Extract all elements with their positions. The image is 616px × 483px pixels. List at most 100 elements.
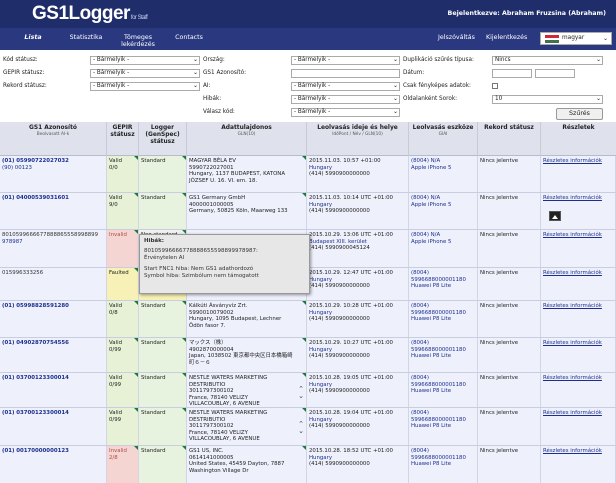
photo-icon[interactable]	[549, 211, 561, 221]
table-row[interactable]: (01) 05990722027032 (90) 00123 Valid 0/0 Sta…	[0, 156, 616, 193]
details-link[interactable]: Részletes információk	[541, 193, 616, 229]
datum-from-input[interactable]	[492, 69, 532, 78]
details-label: Részletes információk	[543, 303, 602, 309]
scan-place[interactable]: Hungary	[309, 347, 406, 354]
table-row[interactable]: (01) 05998828591280 Valid 0/8 Standard Kálkú…	[0, 301, 616, 338]
details-link[interactable]: Részletes információk	[541, 338, 616, 372]
record-status: Nincs jelentve	[480, 232, 519, 238]
csak-fenykepes-checkbox[interactable]	[492, 83, 498, 89]
app-header: GS1Loggerfor Staff Bejelentkezve: Abraha…	[0, 0, 616, 28]
col-gepir-statusz[interactable]: GEPIR státusz	[107, 122, 139, 156]
ai-select[interactable]: - Bármelyik - ⌄	[291, 82, 400, 91]
nav-jelszovaltas[interactable]: Jelszóváltás	[438, 34, 475, 41]
status-corner-marker	[134, 156, 138, 160]
scan-time: 2015.10.29. 10:28 UTC +01:00	[309, 303, 393, 309]
gepir-count: 0/99	[109, 381, 122, 388]
gs1-id-cell[interactable]: (01) 04000539031601	[0, 193, 107, 229]
details-link[interactable]: Részletes információk	[541, 373, 616, 407]
gepir-statusz-select[interactable]: - Bármelyik - ⌄	[90, 69, 200, 78]
gs1-id-cell[interactable]: (01) 04902870754556	[0, 338, 107, 372]
logged-in-user: Bejelentkezve: Abraham Fruzsina (Abraham…	[447, 10, 606, 17]
szures-button[interactable]: Szűrés	[556, 108, 603, 120]
logger-status-cell: Standard	[139, 301, 187, 337]
details-link[interactable]: Részletes információk	[541, 156, 616, 192]
scan-place[interactable]: Hungary	[309, 382, 406, 389]
nav-contacts[interactable]: Contacts	[174, 34, 204, 41]
status-corner-marker	[134, 301, 138, 305]
valasz-kod-select[interactable]: - Bármelyik - ⌄	[291, 108, 400, 117]
details-link[interactable]: Részletes információk	[541, 408, 616, 445]
col-adattulajdonos[interactable]: Adattulajdonos GLN(10)	[187, 122, 307, 156]
status-corner-marker	[302, 301, 306, 305]
owner-line: 0614141000005	[189, 454, 234, 461]
table-row[interactable]: (01) 00170000000123 Invalid 2/8 Standard GS1…	[0, 446, 616, 483]
gs1-id: (01) 04902870754556	[2, 340, 69, 346]
col-leolvasas-ideje[interactable]: Leolvasás ideje és helye IdőPont / Név / …	[307, 122, 409, 156]
scan-gln: (414) 5990900000000	[309, 461, 370, 468]
hibak-select[interactable]: - Bármelyik - ⌄	[291, 95, 400, 104]
scan-place[interactable]: Hungary	[309, 165, 406, 172]
orszag-select[interactable]: - Bármelyik - ⌄	[291, 56, 400, 65]
gs1-id-cell[interactable]: 015996333256	[0, 268, 107, 300]
details-link[interactable]: Részletes információk	[541, 230, 616, 267]
app-logo[interactable]: GS1Loggerfor Staff	[32, 3, 148, 25]
scan-place[interactable]: Hungary	[309, 310, 406, 317]
owner-line: Washington Village Dr	[189, 467, 249, 474]
language-select[interactable]: magyar ⌄	[540, 32, 612, 45]
gepir-status: Valid	[109, 303, 122, 309]
table-row[interactable]: (01) 04902870754556 Valid 0/99 Standard マックス…	[0, 338, 616, 373]
col-rekord-statusz[interactable]: Rekord státusz	[478, 122, 541, 156]
scan-device-cell: (8004) N/A Apple iPhone 5	[409, 156, 478, 192]
csak-fenykepes-label: Csak fényképes adatok:	[403, 83, 471, 89]
gs1-id-cell[interactable]: (01) 03700123300014	[0, 373, 107, 407]
owner-line: Kálkúti Ásványvíz Zrt.	[189, 303, 248, 309]
scan-place[interactable]: Hungary	[309, 202, 406, 209]
details-link[interactable]: Részletes információk	[541, 268, 616, 300]
gs1-id-cell[interactable]: 8010599666677888865558998899 978987	[0, 230, 107, 267]
scan-place[interactable]: Budapest XIII. kerület	[309, 239, 406, 246]
duplikacio-select[interactable]: Nincs ⌄	[492, 56, 603, 65]
gs1-id-cell[interactable]: (01) 00170000000123	[0, 446, 107, 483]
logger-status-cell: Standard	[139, 373, 187, 407]
table-row[interactable]: (01) 03700123300014 Valid 0/99 Standard NEST…	[0, 373, 616, 408]
scan-time: 2015.11.03. 10:14 UTC +01:00	[309, 195, 393, 201]
scan-device-cell: (8004) 5996688000001180 Huawei P8 Lite	[409, 446, 478, 483]
nav-kijelentkezes[interactable]: Kijelentkezés	[486, 34, 527, 41]
gepir-statusz-label: GEPIR státusz:	[3, 70, 45, 76]
gs1-id: 8010599666677888865558998899	[2, 232, 99, 238]
gs1-id-cell[interactable]: (01) 05998828591280	[0, 301, 107, 337]
device-line: (8004)	[411, 270, 429, 276]
nav-tomeges-lekerdezes[interactable]: Tömeges lekérdezés	[116, 34, 160, 48]
details-link[interactable]: Részletes információk	[541, 301, 616, 337]
details-link[interactable]: Részletes információk	[541, 446, 616, 483]
oldalankent-select[interactable]: 10 ⌄	[492, 95, 603, 104]
col-leolvasas-eszkoze[interactable]: Leolvasás eszköze GIAI	[409, 122, 478, 156]
gs1-id-cell[interactable]: (01) 03700123300014	[0, 408, 107, 445]
owner-line: 5990722027001	[189, 164, 234, 171]
col-reszletek[interactable]: Részletek	[541, 122, 616, 156]
nav-lista[interactable]: Lista	[22, 34, 44, 41]
scroll-down-icon[interactable]: ⌄	[298, 428, 304, 435]
scan-place[interactable]: Hungary	[309, 277, 406, 284]
col-logger-statusz[interactable]: Logger (GenSpec) státusz	[139, 122, 187, 156]
col-gs1-azonosito[interactable]: GS1 Azonosító Beolvasott AI-k	[0, 122, 107, 156]
status-corner-marker	[134, 408, 138, 412]
scan-place[interactable]: Hungary	[309, 455, 406, 462]
owner-cell: Kálkúti Ásványvíz Zrt. 5990010079002 Hunga…	[187, 301, 307, 337]
scan-place[interactable]: Hungary	[309, 417, 406, 424]
rekord-statusz-select[interactable]: - Bármelyik - ⌄	[90, 82, 200, 91]
status-corner-marker	[182, 408, 186, 412]
gs1-azonosito-input[interactable]	[291, 69, 400, 78]
kod-statusz-select[interactable]: - Bármelyik - ⌄	[90, 56, 200, 65]
logger-status-cell: Standard	[139, 446, 187, 483]
table-row[interactable]: (01) 03700123300014 Valid 0/99 Standard NEST…	[0, 408, 616, 446]
datum-to-input[interactable]	[535, 69, 575, 78]
status-corner-marker	[134, 373, 138, 377]
gs1-id-cell[interactable]: (01) 05990722027032 (90) 00123	[0, 156, 107, 192]
scroll-down-icon[interactable]: ⌄	[298, 393, 304, 400]
details-label: Részletes információk	[543, 410, 602, 416]
nav-statisztika[interactable]: Statisztika	[66, 34, 106, 41]
owner-line: Japan, 1038502 東京都中央区日本橋箱崎	[189, 353, 293, 360]
owner-line: 3011797300102	[189, 388, 234, 395]
table-row[interactable]: (01) 04000539031601 Valid 9/0 Standard GS1 G…	[0, 193, 616, 230]
